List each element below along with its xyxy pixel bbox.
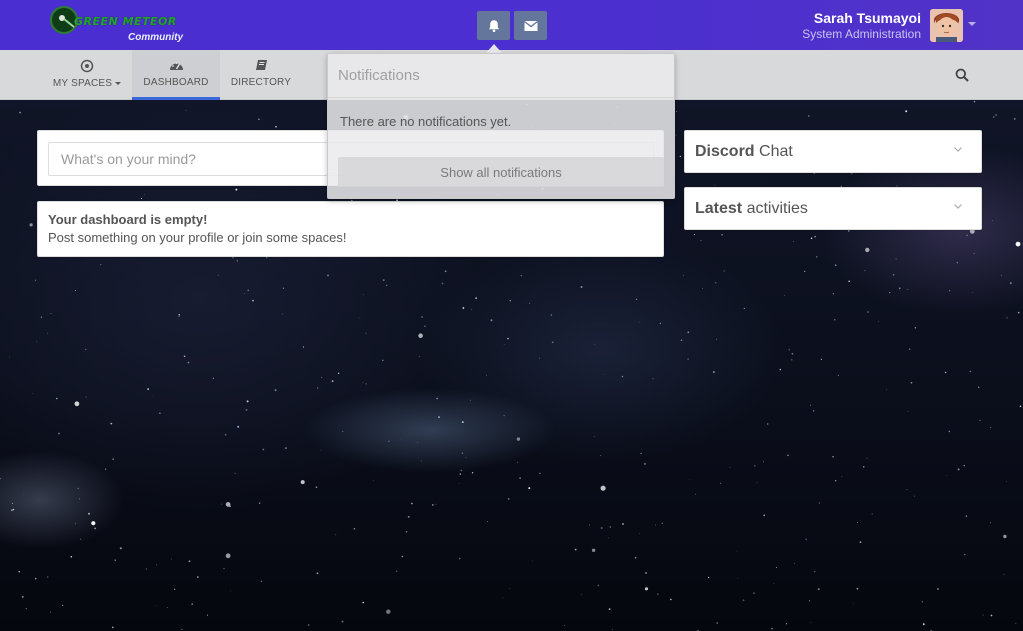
nav-label-dashboard: DASHBOARD — [143, 77, 209, 88]
logo-subtitle: Community — [128, 32, 183, 43]
user-role: System Administration — [802, 27, 921, 41]
logo-text: GREEN METEOR — [74, 15, 177, 28]
show-all-notifications-button[interactable]: Show all notifications — [338, 157, 664, 187]
discord-chat-title-bold: Discord — [695, 143, 755, 160]
messages-button[interactable] — [514, 11, 547, 40]
notifications-dropdown: Notifications There are no notifications… — [327, 53, 675, 199]
site-logo[interactable]: GREEN METEOR Community — [50, 6, 192, 46]
discord-chat-panel[interactable]: Discord Chat — [684, 130, 982, 173]
notifications-dropdown-arrow — [486, 44, 502, 53]
search-icon — [955, 68, 969, 82]
search-button[interactable] — [955, 68, 969, 87]
empty-dashboard-title: Your dashboard is empty! — [48, 212, 208, 227]
notifications-title: Notifications — [328, 54, 674, 98]
user-name[interactable]: Sarah Tsumayoi — [814, 10, 921, 26]
latest-activities-title-bold: Latest — [695, 200, 743, 217]
user-menu-chevron-icon[interactable] — [968, 22, 976, 26]
discord-chat-title-rest: Chat — [754, 143, 793, 160]
chevron-down-icon[interactable] — [953, 146, 963, 153]
chevron-down-icon — [115, 81, 122, 85]
chevron-down-icon[interactable] — [953, 203, 963, 210]
empty-dashboard-panel: Your dashboard is empty! Post something … — [37, 201, 664, 257]
nav-label-directory: DIRECTORY — [230, 77, 292, 88]
empty-dashboard-text: Post something on your profile or join s… — [48, 230, 347, 245]
nav-label-my-spaces: MY SPACES — [52, 78, 113, 89]
latest-activities-title-rest: activities — [742, 200, 808, 217]
envelope-icon — [523, 20, 538, 31]
nav-item-dashboard[interactable]: DASHBOARD — [132, 50, 220, 100]
book-icon — [255, 60, 267, 70]
top-bar: GREEN METEOR Community Sarah Tsumayoi Sy… — [0, 0, 1023, 50]
latest-activities-panel[interactable]: Latest activities — [684, 187, 982, 230]
target-icon — [80, 59, 94, 73]
nav-item-my-spaces[interactable]: MY SPACES — [49, 50, 125, 100]
dashboard-icon — [169, 62, 183, 70]
notifications-empty-text: There are no notifications yet. — [340, 114, 512, 129]
nav-item-directory[interactable]: DIRECTORY — [226, 50, 296, 100]
avatar[interactable] — [930, 9, 963, 42]
bell-icon — [488, 19, 499, 32]
notifications-button[interactable] — [477, 11, 510, 40]
